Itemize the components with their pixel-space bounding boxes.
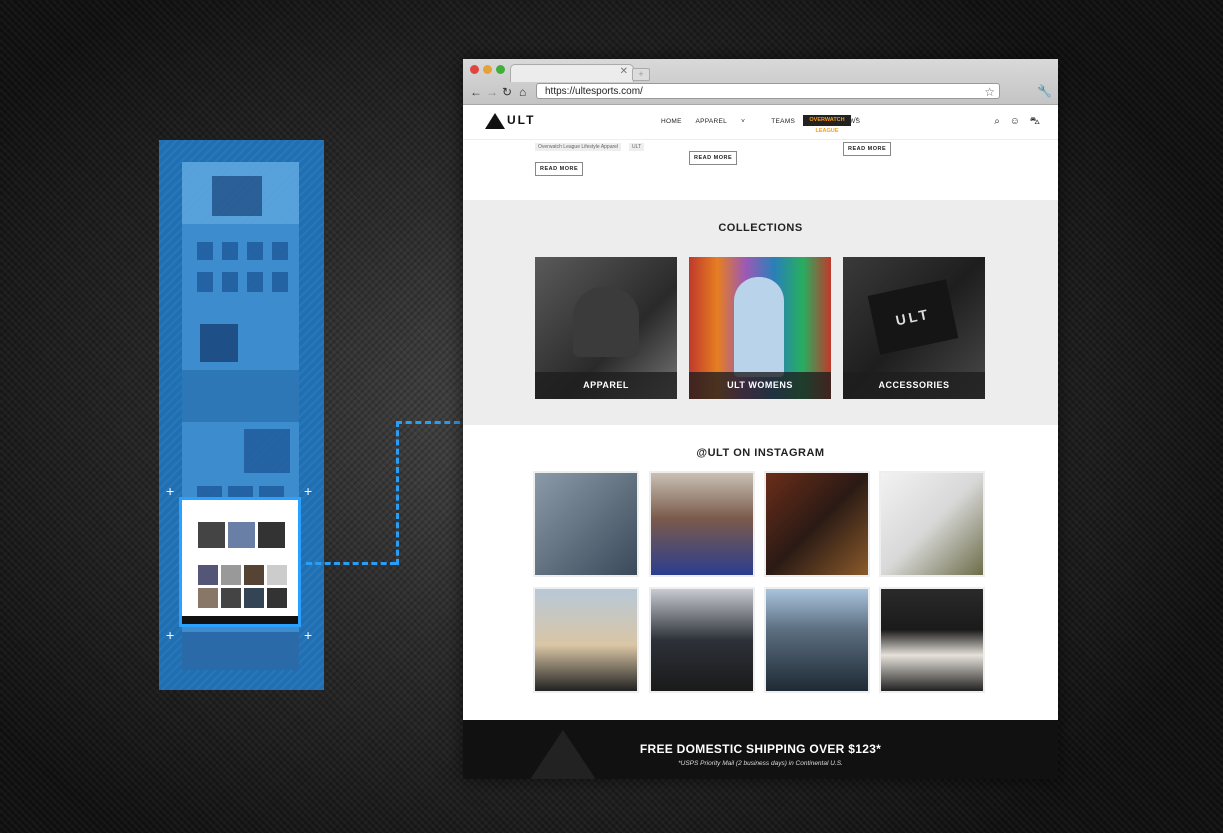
header-icons: ⌕ ☺ ⛍: [987, 116, 1040, 129]
maximize-window-button[interactable]: [496, 65, 505, 74]
instagram-section: @ULT ON INSTAGRAM: [463, 425, 1058, 720]
instagram-photo[interactable]: [533, 587, 639, 693]
instagram-photo[interactable]: [764, 471, 870, 577]
overwatch-league-badge[interactable]: OVERWATCH LEAGUE: [803, 115, 851, 134]
wrench-icon[interactable]: 🔧: [1037, 84, 1052, 98]
logo-triangle-icon: [485, 113, 505, 129]
shipping-banner: FREE DOMESTIC SHIPPING OVER $123* *USPS …: [463, 720, 1058, 779]
hl-collections: [198, 522, 286, 548]
article-tag[interactable]: Overwatch League Lifestyle Apparel: [535, 143, 622, 151]
viewport-highlight[interactable]: [179, 497, 301, 627]
thumb-hero: [182, 162, 299, 224]
thumb-footer: [182, 632, 299, 670]
logo-text: ULT: [507, 113, 536, 128]
read-more-button[interactable]: READ MORE: [843, 142, 892, 156]
collection-label: ULT WOMENS: [689, 372, 831, 399]
collection-ult-womens[interactable]: ULT WOMENS: [689, 257, 831, 399]
collections-section: COLLECTIONS APPAREL ULT WOMENS ULT ACCES…: [463, 200, 1058, 425]
chevron-down-icon[interactable]: ˅: [855, 117, 859, 123]
instagram-photo[interactable]: [764, 587, 870, 693]
apparel-image: [573, 287, 639, 357]
nav-teams-label: TEAMS: [771, 118, 796, 125]
instagram-photo[interactable]: [879, 471, 985, 577]
star-icon[interactable]: ☆: [984, 84, 995, 100]
reload-icon[interactable]: ↻: [502, 85, 512, 99]
shipping-note: *USPS Priority Mail (2 business days) in…: [678, 760, 843, 767]
crosshair-icon: +: [304, 483, 313, 499]
womens-image: [734, 277, 784, 377]
crosshair-icon: +: [166, 627, 175, 643]
url-text: https://ultesports.com/: [545, 86, 643, 97]
nav-home[interactable]: HOME: [661, 118, 682, 125]
close-window-button[interactable]: [470, 65, 479, 74]
shipping-headline: FREE DOMESTIC SHIPPING OVER $123*: [639, 742, 882, 756]
minimize-window-button[interactable]: [483, 65, 492, 74]
thumb-banner: [182, 370, 299, 422]
collections-title: COLLECTIONS: [718, 222, 803, 234]
connector-line: [396, 421, 399, 565]
back-icon[interactable]: ←: [470, 85, 482, 99]
instagram-photo[interactable]: [533, 471, 639, 577]
browser-chrome: ✕ + ← → ↻ ⌂ https://ultesports.com/ ☆ 🔧: [463, 59, 1058, 105]
connector-line: [396, 421, 460, 424]
thumb-team: [182, 427, 299, 477]
browser-window: ✕ + ← → ↻ ⌂ https://ultesports.com/ ☆ 🔧 …: [463, 59, 1058, 779]
thumb-products: [182, 230, 299, 310]
new-tab-button[interactable]: +: [632, 68, 650, 81]
accessories-image: ULT: [867, 279, 959, 355]
blog-articles-strip: Overwatch League Lifestyle Apparel ULT R…: [463, 140, 1058, 202]
site-header: ULT HOME APPAREL ˅ TEAMS ˅ NEWS OVERWATC…: [463, 105, 1058, 140]
read-more-button[interactable]: READ MORE: [535, 162, 584, 176]
nav-apparel-label: APPAREL: [695, 118, 728, 125]
nav-apparel[interactable]: APPAREL ˅: [695, 118, 757, 125]
account-icon[interactable]: ☺: [1010, 116, 1020, 127]
page-overview-panel: [159, 140, 324, 690]
collection-accessories[interactable]: ULT ACCESSORIES: [843, 257, 985, 399]
cart-icon[interactable]: ⛍: [1030, 116, 1040, 127]
crosshair-icon: +: [304, 627, 313, 643]
instagram-photo[interactable]: [879, 587, 985, 693]
collection-label: APPAREL: [535, 372, 677, 399]
read-more-button[interactable]: READ MORE: [689, 151, 738, 165]
instagram-photo[interactable]: [649, 587, 755, 693]
browser-tab[interactable]: ✕: [510, 64, 634, 82]
site-logo[interactable]: ULT: [485, 113, 535, 129]
collection-label: ACCESSORIES: [843, 372, 985, 399]
close-tab-icon[interactable]: ✕: [620, 66, 628, 77]
instagram-photo[interactable]: [649, 471, 755, 577]
hl-instagram: [198, 565, 287, 610]
connector-line: [306, 562, 396, 565]
article-tag[interactable]: ULT: [629, 143, 645, 151]
search-icon[interactable]: ⌕: [994, 116, 1000, 127]
crosshair-icon: +: [166, 483, 175, 499]
thumb-feature: [182, 322, 299, 367]
chevron-down-icon: ˅: [741, 118, 746, 125]
address-bar[interactable]: https://ultesports.com/ ☆: [536, 83, 1000, 99]
forward-icon[interactable]: →: [486, 85, 498, 99]
instagram-title: @ULT ON INSTAGRAM: [696, 447, 825, 459]
home-icon[interactable]: ⌂: [519, 85, 526, 99]
collection-apparel[interactable]: APPAREL: [535, 257, 677, 399]
